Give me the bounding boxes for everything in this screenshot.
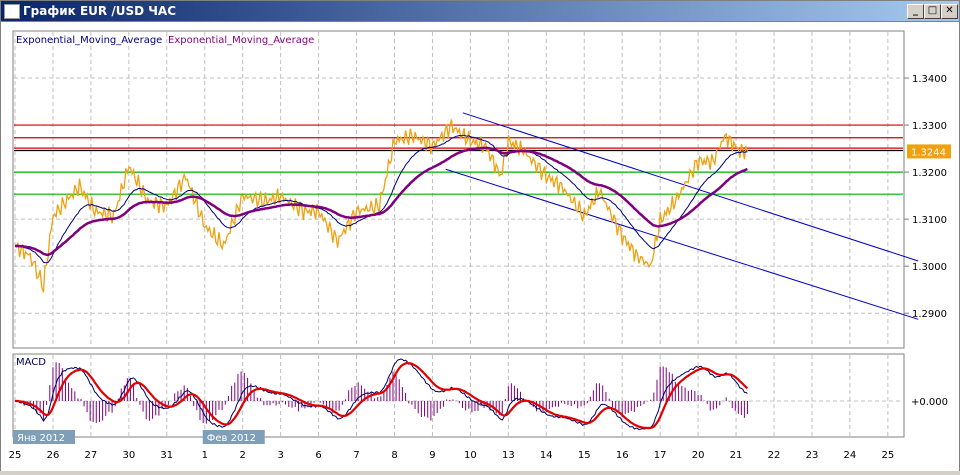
- x-tick-label: 17: [654, 450, 667, 461]
- y-tick-label: 1.3300: [912, 121, 947, 132]
- legend-ema-fast: Exponential_Moving_Average: [16, 35, 162, 46]
- month-label: Фев 2012: [207, 433, 256, 444]
- month-label: Янв 2012: [17, 433, 65, 444]
- legend-ema-slow: Exponential_Moving_Average: [168, 35, 314, 46]
- current-price-label: 1.3244: [911, 147, 946, 158]
- chart-app-icon: [4, 4, 20, 19]
- x-tick-label: 14: [540, 450, 553, 461]
- macd-label: MACD: [16, 357, 46, 368]
- x-tick-label: 8: [391, 450, 397, 461]
- price-panel: [12, 30, 905, 349]
- x-tick-label: 26: [47, 450, 60, 461]
- y-tick-label: 1.3000: [912, 262, 947, 273]
- macd-zero-label: +0.000: [911, 397, 948, 408]
- x-tick-label: 6: [315, 450, 321, 461]
- chart-frame: Exponential_Moving_Average Exponential_M…: [1, 21, 959, 471]
- x-tick-label: 9: [429, 450, 435, 461]
- x-tick-label: 30: [122, 450, 135, 461]
- window-title: График EUR /USD ЧАС: [23, 4, 177, 18]
- title-bar: График EUR /USD ЧАС _ □ ✕: [1, 1, 959, 21]
- x-tick-label: 13: [502, 450, 515, 461]
- x-tick-label: 16: [616, 450, 629, 461]
- x-tick-label: 1: [202, 450, 208, 461]
- x-tick-label: 10: [464, 450, 477, 461]
- x-tick-label: 31: [160, 450, 173, 461]
- x-tick-label: 24: [844, 450, 857, 461]
- y-tick-label: 1.3200: [912, 168, 947, 179]
- y-tick-label: 1.3400: [912, 74, 947, 85]
- x-tick-label: 7: [353, 450, 359, 461]
- y-tick-label: 1.2900: [912, 309, 947, 320]
- x-tick-label: 22: [768, 450, 781, 461]
- chart-window: График EUR /USD ЧАС _ □ ✕ Exponential_Mo…: [0, 0, 960, 471]
- x-tick-label: 2: [240, 450, 246, 461]
- maximize-button[interactable]: □: [924, 4, 941, 19]
- minimize-button[interactable]: _: [907, 4, 924, 19]
- x-tick-label: 15: [578, 450, 591, 461]
- x-tick-label: 27: [85, 450, 98, 461]
- y-tick-label: 1.3100: [912, 215, 947, 226]
- x-tick-label: 25: [881, 450, 894, 461]
- chart-canvas[interactable]: Exponential_Moving_Average Exponential_M…: [1, 22, 959, 471]
- x-tick-label: 25: [9, 450, 22, 461]
- x-tick-label: 3: [277, 450, 283, 461]
- close-button[interactable]: ✕: [941, 4, 958, 19]
- x-tick-label: 23: [806, 450, 819, 461]
- macd-panel: [12, 353, 905, 438]
- x-tick-label: 20: [692, 450, 705, 461]
- x-tick-label: 21: [730, 450, 743, 461]
